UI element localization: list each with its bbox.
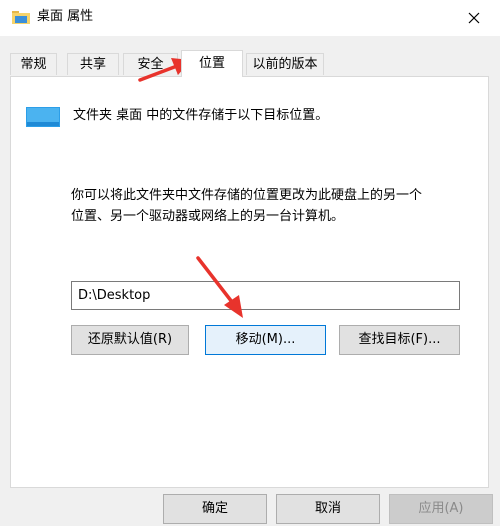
title-bar: 桌面 属性 — [0, 0, 500, 36]
tab-security[interactable]: 安全 — [123, 53, 178, 75]
tab-general[interactable]: 常规 — [10, 53, 57, 75]
tab-location[interactable]: 位置 — [181, 50, 243, 77]
find-target-button[interactable]: 查找目标(F)... — [339, 325, 460, 355]
restore-default-button[interactable]: 还原默认值(R) — [71, 325, 189, 355]
tab-strip: 常规 共享 安全 位置 以前的版本 — [10, 50, 490, 77]
tab-sharing[interactable]: 共享 — [67, 53, 119, 75]
window-title: 桌面 属性 — [37, 9, 94, 24]
desktop-folder-icon — [26, 107, 60, 127]
close-button[interactable] — [462, 6, 486, 30]
ok-button[interactable]: 确定 — [163, 494, 267, 524]
folder-icon — [12, 11, 30, 24]
cancel-button[interactable]: 取消 — [276, 494, 380, 524]
target-path-input[interactable] — [71, 281, 460, 310]
tab-previous-versions[interactable]: 以前的版本 — [246, 53, 324, 75]
description-line-2: 位置、另一个驱动器或网络上的另一台计算机。 — [71, 209, 345, 224]
folder-location-text: 文件夹 桌面 中的文件存储于以下目标位置。 — [73, 108, 329, 123]
apply-button[interactable]: 应用(A) — [389, 494, 493, 524]
description-line-1: 你可以将此文件夹中文件存储的位置更改为此硬盘上的另一个 — [71, 188, 423, 203]
move-button[interactable]: 移动(M)... — [205, 325, 326, 355]
